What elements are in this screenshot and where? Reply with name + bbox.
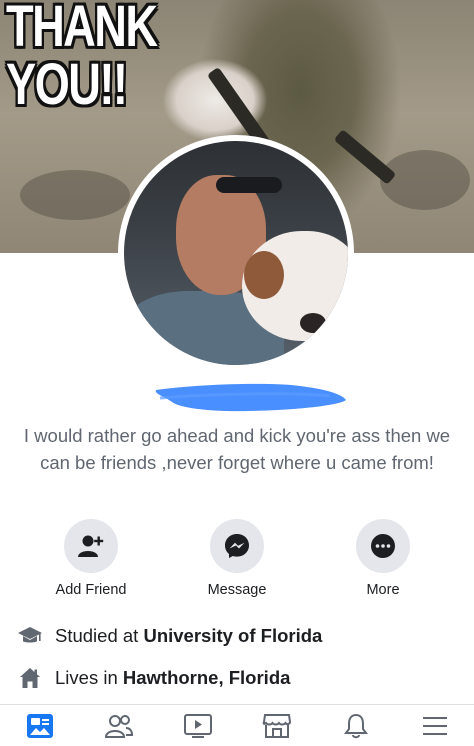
education-prefix: Studied at — [55, 625, 144, 646]
profile-bio: I would rather go ahead and kick you're … — [23, 425, 451, 473]
bell-icon — [343, 713, 368, 738]
friends-icon — [104, 714, 133, 738]
messenger-icon — [210, 519, 264, 573]
marketplace-icon — [262, 713, 291, 738]
tab-notifications[interactable] — [316, 705, 395, 746]
education-row[interactable]: Studied at University of Florida — [18, 623, 322, 649]
education-school-link[interactable]: University of Florida — [143, 625, 322, 646]
residence-city-link[interactable]: Hawthorne, Florida — [123, 667, 291, 688]
tab-marketplace[interactable] — [237, 705, 316, 746]
menu-icon — [422, 716, 447, 735]
add-friend-icon — [64, 519, 118, 573]
message-label: Message — [207, 582, 267, 598]
residence-row[interactable]: Lives in Hawthorne, Florida — [18, 665, 290, 691]
cover-text-line1: THANK — [6, 0, 158, 59]
residence-prefix: Lives in — [55, 667, 123, 688]
add-friend-label: Add Friend — [55, 582, 127, 598]
news-feed-icon — [26, 713, 53, 738]
profile-picture[interactable] — [124, 141, 348, 365]
home-icon — [18, 666, 42, 690]
message-button[interactable]: Message — [187, 519, 287, 598]
watch-icon — [183, 713, 212, 738]
more-label: More — [366, 582, 400, 598]
tab-news-feed[interactable] — [0, 705, 79, 746]
tab-watch[interactable] — [158, 705, 237, 746]
cover-text-line2: YOU!! — [6, 52, 128, 117]
tab-friends[interactable] — [79, 705, 158, 746]
more-button[interactable]: More — [333, 519, 433, 598]
graduation-cap-icon — [18, 624, 42, 648]
add-friend-button[interactable]: Add Friend — [41, 519, 141, 598]
more-icon — [356, 519, 410, 573]
cover-overlay-text: THANK YOU!! — [6, 0, 158, 117]
bottom-tab-bar — [0, 704, 474, 746]
profile-name-redacted — [150, 380, 350, 414]
tab-menu[interactable] — [395, 705, 474, 746]
